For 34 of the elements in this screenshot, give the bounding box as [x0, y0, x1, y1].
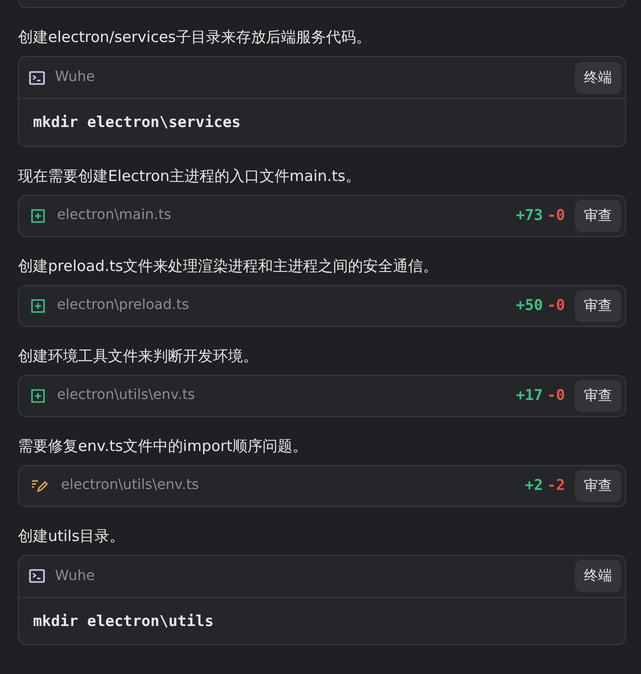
terminal-button[interactable]: 终端: [575, 560, 621, 592]
added-lines-count: +2: [524, 475, 543, 496]
review-button[interactable]: 审查: [575, 470, 621, 502]
removed-lines-count: -2: [546, 475, 565, 496]
terminal-icon: [29, 569, 45, 583]
removed-lines-count: -0: [546, 385, 565, 406]
review-button[interactable]: 审查: [575, 380, 621, 412]
removed-lines-count: -0: [546, 205, 565, 226]
removed-lines-count: -0: [546, 295, 565, 316]
added-lines-count: +73: [516, 205, 543, 226]
message-text: 创建环境工具文件来判断开发环境。: [18, 346, 259, 366]
edit-file-icon: [31, 478, 49, 492]
message-text: 需要修复env.ts文件中的import顺序问题。: [18, 436, 308, 456]
message-text: 创建electron/services子目录来存放后端服务代码。: [18, 27, 372, 48]
message-text: 创建utils目录。: [18, 526, 126, 546]
terminal-icon: [29, 70, 45, 84]
file-path[interactable]: electron\utils\env.ts: [57, 385, 516, 406]
terminal-title: Wuhe: [55, 68, 96, 87]
add-file-icon: [31, 208, 45, 222]
file-path[interactable]: electron\main.ts: [57, 205, 516, 226]
message-text: 创建preload.ts文件来处理渲染进程和主进程之间的安全通信。: [18, 256, 440, 276]
file-path[interactable]: electron\preload.ts: [57, 295, 516, 316]
command-text: mkdir electron\services: [32, 112, 242, 133]
terminal-button[interactable]: 终端: [575, 62, 621, 94]
command-text: mkdir electron\utils: [32, 610, 215, 632]
review-button[interactable]: 审查: [575, 200, 621, 232]
add-file-icon: [31, 298, 45, 312]
added-lines-count: +50: [516, 295, 543, 316]
message-text: 现在需要创建Electron主进程的入口文件main.ts。: [18, 166, 362, 186]
review-button[interactable]: 审查: [575, 290, 621, 322]
file-path[interactable]: electron\utils\env.ts: [61, 475, 525, 496]
terminal-title: Wuhe: [55, 566, 96, 586]
added-lines-count: +17: [516, 385, 543, 406]
add-file-icon: [31, 388, 45, 402]
